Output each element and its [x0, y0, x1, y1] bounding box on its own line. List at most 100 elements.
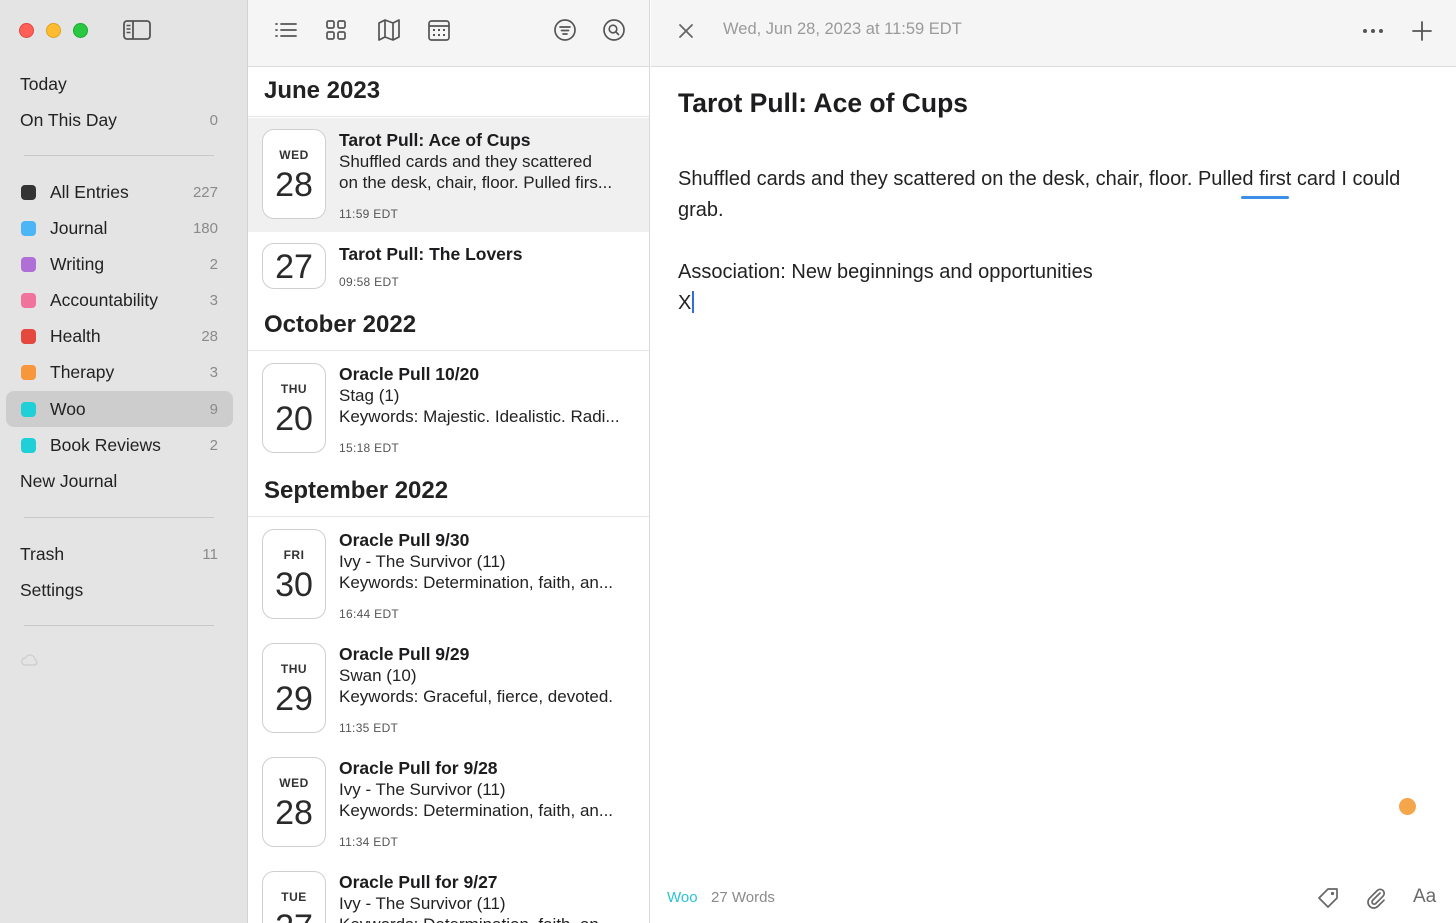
- sidebar-toggle-icon[interactable]: [122, 18, 152, 42]
- close-icon[interactable]: [675, 20, 697, 42]
- entry-day: 28: [275, 166, 313, 204]
- entry-title: Oracle Pull 9/30: [339, 530, 470, 550]
- entry-title: Tarot Pull: The Lovers: [339, 244, 523, 264]
- entry-weekday: THU: [280, 382, 308, 396]
- window-zoom-button[interactable]: [73, 23, 88, 38]
- entry-preview-line: Ivy - The Survivor (11): [339, 552, 506, 571]
- grid-view-icon[interactable]: [322, 16, 350, 44]
- body-blank-line: [678, 226, 1418, 257]
- sidebar-item-count: 9: [209, 400, 218, 418]
- sidebar-item-on-this-day[interactable]: On This Day 0: [6, 102, 233, 138]
- sidebar-item-count: 0: [209, 111, 218, 129]
- journal-color-swatch: [21, 329, 36, 344]
- sidebar-item-count: 2: [209, 436, 218, 454]
- more-options-icon[interactable]: [1359, 20, 1387, 42]
- entry-row[interactable]: THU 29 Oracle Pull 9/29 Swan (10) Keywor…: [248, 632, 649, 746]
- entry-row[interactable]: WED 28 Oracle Pull for 9/28 Ivy - The Su…: [248, 746, 649, 860]
- sidebar-item-new-journal[interactable]: New Journal: [6, 463, 233, 499]
- sidebar-item-health[interactable]: Health 28: [6, 318, 233, 354]
- status-dot: [1399, 798, 1416, 815]
- map-view-icon[interactable]: [375, 16, 403, 44]
- sidebar-item-woo[interactable]: Woo 9: [6, 391, 233, 427]
- sidebar-item-label: Writing: [50, 253, 105, 274]
- tag-icon[interactable]: [1315, 885, 1341, 911]
- cloud-sync-icon: [21, 654, 38, 666]
- entry-list-pane: June 2023 WED 28 Tarot Pull: Ace of Cups…: [248, 0, 650, 923]
- window-close-button[interactable]: [19, 23, 34, 38]
- entry-row[interactable]: TUE 27 Oracle Pull for 9/27 Ivy - The Su…: [248, 860, 649, 923]
- text-format-button[interactable]: Aa: [1413, 886, 1436, 908]
- body-text-x: X: [678, 292, 692, 314]
- entry-day: 27: [275, 248, 313, 286]
- entry-preview-line: Keywords: Majestic. Idealistic. Radi...: [339, 407, 620, 426]
- sidebar-item-label: Woo: [50, 398, 86, 419]
- entry-title: Oracle Pull for 9/28: [339, 758, 498, 778]
- entry-weekday: TUE: [281, 890, 307, 904]
- sidebar-item-label: All Entries: [50, 181, 129, 202]
- entry-time: 16:44 EDT: [339, 607, 400, 621]
- month-header-label: October 2022: [264, 311, 417, 338]
- sidebar-item-book-reviews[interactable]: Book Reviews 2: [6, 427, 233, 463]
- text-caret: [692, 291, 694, 313]
- window-minimize-button[interactable]: [46, 23, 61, 38]
- entry-row-selected[interactable]: WED 28 Tarot Pull: Ace of Cups Shuffled …: [248, 118, 649, 232]
- entry-row[interactable]: FRI 30 Oracle Pull 9/30 Ivy - The Surviv…: [248, 518, 649, 632]
- sidebar: Today On This Day 0 All Entries 227 Jour…: [0, 0, 248, 923]
- list-toolbar: [248, 0, 649, 67]
- sidebar-item-label: Book Reviews: [50, 434, 161, 455]
- search-icon[interactable]: [600, 16, 628, 44]
- journal-color-swatch: [21, 257, 36, 272]
- journal-color-swatch: [21, 293, 36, 308]
- sidebar-item-writing[interactable]: Writing 2: [6, 246, 233, 282]
- journal-color-swatch: [21, 438, 36, 453]
- entry-day: 29: [275, 680, 313, 718]
- sidebar-item-label: Health: [50, 325, 101, 346]
- entry-date-badge: THU 20: [262, 363, 326, 453]
- entry-title-heading[interactable]: Tarot Pull: Ace of Cups: [678, 88, 968, 119]
- entry-day: 27: [263, 908, 325, 923]
- entry-date-badge: WED 28: [262, 129, 326, 219]
- entry-body-text[interactable]: Shuffled cards and they scattered on the…: [678, 164, 1418, 319]
- entry-title: Oracle Pull for 9/27: [339, 872, 498, 892]
- entry-preview-line: on the desk, chair, floor. Pulled firs..…: [339, 173, 613, 192]
- body-paragraph: grab.: [678, 199, 724, 221]
- entry-row[interactable]: 27 Tarot Pull: The Lovers 09:58 EDT: [248, 232, 649, 300]
- entry-row[interactable]: THU 20 Oracle Pull 10/20 Stag (1) Keywor…: [248, 352, 649, 466]
- entry-time: 11:34 EDT: [339, 835, 399, 849]
- month-header: October 2022: [248, 301, 649, 351]
- journal-color-swatch: [21, 365, 36, 380]
- sidebar-item-journal[interactable]: Journal 180: [6, 210, 233, 246]
- entry-weekday: WED: [279, 148, 309, 162]
- entry-preview-line: Swan (10): [339, 666, 417, 685]
- sidebar-item-today[interactable]: Today: [6, 66, 233, 102]
- entry-date-label[interactable]: Wed, Jun 28, 2023 at 11:59 EDT: [723, 20, 962, 39]
- entry-weekday: THU: [280, 662, 308, 676]
- entry-time: 11:35 EDT: [339, 721, 399, 735]
- sidebar-item-settings[interactable]: Settings: [6, 572, 233, 608]
- sidebar-item-trash[interactable]: Trash 11: [6, 536, 233, 572]
- sidebar-item-label: New Journal: [20, 470, 118, 491]
- sidebar-divider: [24, 517, 214, 518]
- sidebar-item-accountability[interactable]: Accountability 3: [6, 282, 233, 318]
- entry-date-badge: TUE 27: [262, 871, 326, 923]
- sidebar-item-all-entries[interactable]: All Entries 227: [6, 174, 233, 210]
- entry-day: 30: [275, 566, 313, 604]
- sidebar-divider: [24, 625, 214, 626]
- sidebar-item-label: On This Day: [20, 109, 117, 130]
- month-header: June 2023: [248, 67, 649, 117]
- sidebar-item-label: Journal: [50, 217, 108, 238]
- journal-color-swatch: [21, 185, 36, 200]
- filter-icon[interactable]: [551, 16, 579, 44]
- sidebar-item-therapy[interactable]: Therapy 3: [6, 354, 233, 390]
- body-paragraph: Association: New beginnings and opportun…: [678, 261, 1093, 283]
- new-entry-plus-icon[interactable]: [1409, 18, 1435, 44]
- entry-date-badge: FRI 30: [262, 529, 326, 619]
- list-view-icon[interactable]: [272, 16, 300, 44]
- current-journal-link[interactable]: Woo: [667, 889, 698, 906]
- calendar-view-icon[interactable]: [425, 16, 453, 44]
- month-header: September 2022: [248, 467, 649, 517]
- entry-preview-line: Keywords: Determination, faith, an...: [339, 915, 639, 923]
- month-header-label: June 2023: [264, 77, 381, 104]
- attachment-paperclip-icon[interactable]: [1363, 885, 1389, 911]
- entry-date-badge: WED 28: [262, 757, 326, 847]
